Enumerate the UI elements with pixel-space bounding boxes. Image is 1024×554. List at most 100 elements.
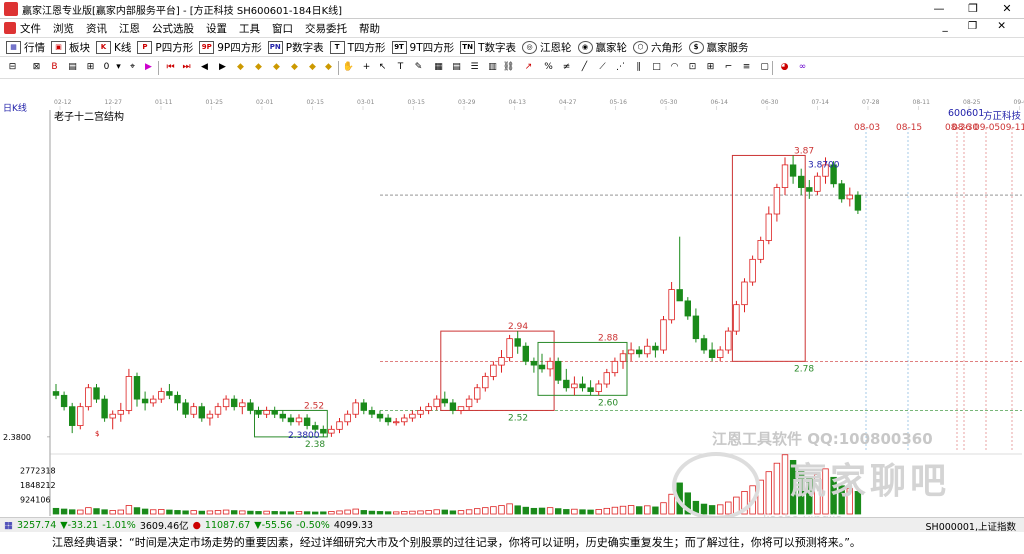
t-table-button[interactable]: TN T数字表 [460, 40, 516, 55]
volume-bar [498, 505, 505, 515]
hexagon-button[interactable]: ⬡ 六角形 [633, 40, 683, 55]
menu-info[interactable]: 资讯 [86, 21, 107, 36]
candle-body [303, 417, 311, 426]
candle-body [287, 417, 295, 423]
diamond-icon-1[interactable]: ◆ [234, 61, 247, 74]
square-grid-icon[interactable]: ⊞ [704, 61, 717, 74]
first-icon[interactable]: ⏮ [164, 61, 177, 74]
menu-gann[interactable]: 江恩 [119, 21, 140, 36]
mdi-restore-button[interactable]: ❐ [968, 20, 977, 32]
service-button[interactable]: $ 赢家服务 [688, 40, 749, 55]
back-icon[interactable]: ◀ [198, 61, 211, 74]
gann-wheel-button[interactable]: ◎ 江恩轮 [522, 40, 572, 55]
panel-view-icon[interactable]: ▥ [486, 61, 499, 74]
diamond-icon-2[interactable]: ◆ [252, 61, 265, 74]
fan-icon[interactable]: ⋰ [614, 61, 627, 74]
kline-button[interactable]: K K线 [96, 40, 131, 55]
forward-icon[interactable]: ▶ [216, 61, 229, 74]
dropdown-icon[interactable]: ▾ [112, 61, 125, 74]
candle-body [473, 387, 481, 400]
candle-body [214, 406, 222, 415]
candle-body [149, 398, 157, 404]
strike-icon[interactable]: ≠ [560, 61, 573, 74]
pen-icon[interactable]: ✎ [412, 61, 425, 74]
separator [158, 61, 159, 75]
volume-bar [433, 509, 440, 515]
bar-type-icon[interactable]: ⊞ [84, 61, 97, 74]
volume-axis-label: 924106 [20, 496, 51, 505]
scan-icon[interactable]: ⊠ [30, 61, 43, 74]
stack-icon[interactable]: ≡ [740, 61, 753, 74]
period-icon[interactable]: ▤ [66, 61, 79, 74]
mdi-close-button[interactable]: ✕ [997, 20, 1006, 32]
p-table-button[interactable]: PN P数字表 [267, 40, 324, 55]
candle-body [133, 376, 141, 400]
9t-square-button[interactable]: 9T 9T四方形 [391, 40, 454, 55]
percent-icon[interactable]: % [542, 61, 555, 74]
menu-help[interactable]: 帮助 [359, 21, 380, 36]
candle-body [344, 413, 351, 423]
candle-body [109, 413, 116, 419]
current-index[interactable]: SH000001,上证指数 [926, 519, 1016, 533]
mdi-minimize-button[interactable]: _ [943, 20, 948, 32]
volume-bar [101, 509, 108, 515]
winner-wheel-button[interactable]: ◉ 赢家轮 [577, 40, 627, 55]
candle-body [741, 281, 748, 306]
minimize-button[interactable]: — [922, 0, 956, 18]
candle-body [603, 372, 610, 385]
volume-bar [69, 509, 76, 515]
menu-formula[interactable]: 公式选股 [152, 21, 194, 36]
diamond-icon-3[interactable]: ◆ [270, 61, 283, 74]
layout-icon[interactable]: ⊟ [6, 61, 19, 74]
menu-trade[interactable]: 交易委托 [305, 21, 347, 36]
candle-body [247, 402, 254, 411]
close-button[interactable]: ✕ [990, 0, 1024, 18]
quotes-button[interactable]: ▦ 行情 [6, 40, 45, 55]
volume-bar [482, 507, 489, 515]
arc-icon[interactable]: ◠ [668, 61, 681, 74]
flag-icon[interactable]: ▶ [142, 61, 155, 74]
diamond-icon-5[interactable]: ◆ [306, 61, 319, 74]
volume-bar [490, 506, 497, 515]
list-view-icon[interactable]: ☰ [468, 61, 481, 74]
last-icon[interactable]: ⏭ [180, 61, 193, 74]
crosshair-icon[interactable]: + [360, 61, 373, 74]
p-square-button[interactable]: P P四方形 [137, 40, 193, 55]
volume-bar [190, 510, 197, 515]
table-view-icon[interactable]: ▤ [450, 61, 463, 74]
diamond-icon-4[interactable]: ◆ [288, 61, 301, 74]
candle-body [846, 194, 853, 200]
line-icon[interactable]: ╱ [578, 61, 591, 74]
menu-window[interactable]: 窗口 [272, 21, 293, 36]
box-tool-icon[interactable]: ⊡ [686, 61, 699, 74]
cursor-icon[interactable]: ⌖ [126, 61, 139, 74]
9t-square-icon: 9T [391, 40, 407, 54]
pointer-icon[interactable]: ↖ [376, 61, 389, 74]
b-icon[interactable]: B [48, 61, 61, 74]
ray-icon[interactable]: ⟋ [596, 61, 609, 74]
menu-browse[interactable]: 浏览 [53, 21, 74, 36]
diamond-icon-6[interactable]: ◆ [322, 61, 335, 74]
menu-file[interactable]: 文件 [20, 21, 41, 36]
text-icon[interactable]: T [394, 61, 407, 74]
hand-icon[interactable]: ✋ [342, 61, 355, 74]
maximize-button[interactable]: ❐ [956, 0, 990, 18]
date-tick-label: 09-08 [1014, 99, 1024, 106]
square-tool-icon[interactable]: □ [650, 61, 663, 74]
grid-view-icon[interactable]: ▦ [432, 61, 445, 74]
9p-square-button[interactable]: 9P 9P四方形 [199, 40, 262, 55]
infinity-icon[interactable]: ∞ [796, 61, 809, 74]
sector-button[interactable]: ▣ 板块 [51, 40, 90, 55]
date-tick-label: 12-27 [105, 99, 123, 106]
bracket-icon[interactable]: ⌐ [722, 61, 735, 74]
menu-tools[interactable]: 工具 [239, 21, 260, 36]
color-wheel-icon[interactable]: ◕ [778, 61, 791, 74]
candle-body [538, 364, 546, 370]
trend-icon[interactable]: ↗ [522, 61, 535, 74]
channel-icon[interactable]: ∥ [632, 61, 645, 74]
t-square-button[interactable]: T T四方形 [329, 40, 386, 55]
frame-icon[interactable]: ▢ [758, 61, 771, 74]
link-icon[interactable]: ⛓ [502, 61, 515, 74]
candle-body [441, 398, 448, 404]
menu-settings[interactable]: 设置 [206, 21, 227, 36]
